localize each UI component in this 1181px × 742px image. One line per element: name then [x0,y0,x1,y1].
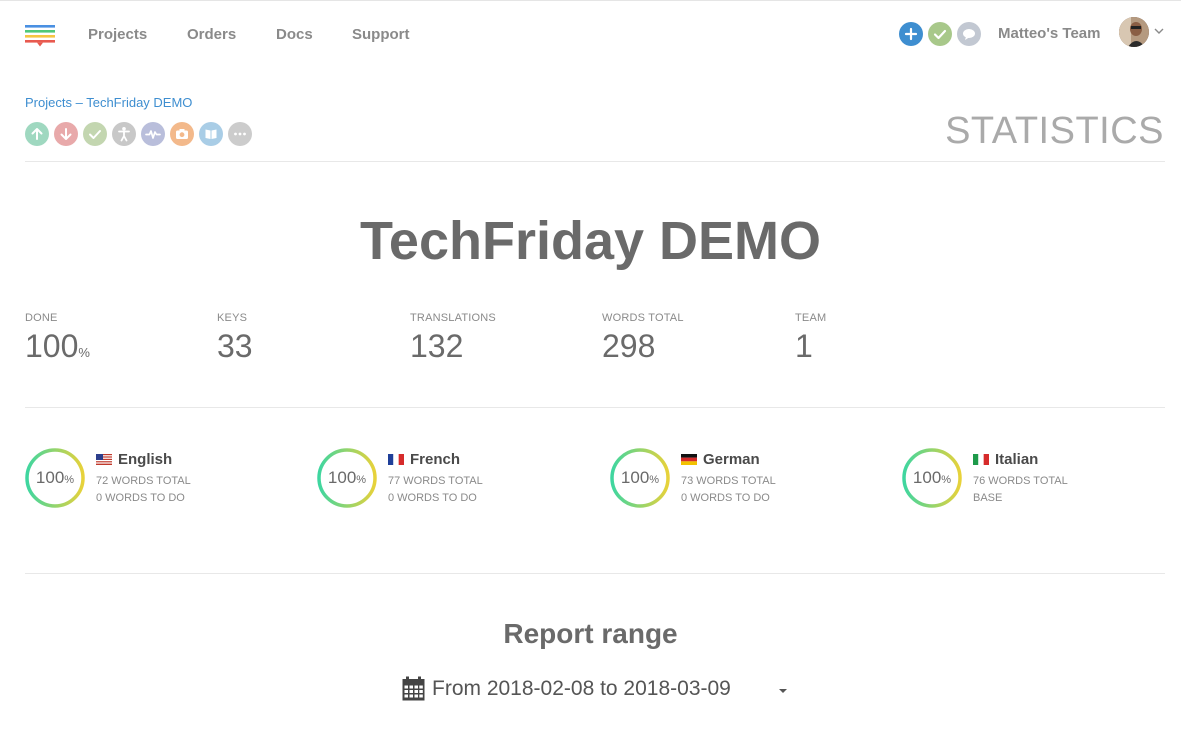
date-range-text[interactable]: From 2018-02-08 to 2018-03-09 [432,677,731,701]
download-icon[interactable] [54,122,78,146]
breadcrumb-current-project[interactable]: TechFriday DEMO [86,95,192,110]
language-words-total: 77 WORDS TOTAL [388,475,483,487]
calendar-icon [402,676,425,701]
language-name[interactable]: Italian [973,451,1038,468]
language-name[interactable]: English [96,451,172,468]
stat-label: DONE [25,312,58,324]
language-percent: 100% [35,468,75,487]
divider [25,573,1165,574]
language-percent: 100% [620,468,660,487]
nav-support[interactable]: Support [352,26,410,43]
stat-value: 132 [410,328,464,364]
language-words-todo: 0 WORDS TO DO [96,492,185,504]
nav-projects[interactable]: Projects [88,26,147,43]
nav-docs[interactable]: Docs [276,26,313,43]
stat-value: 1 [795,328,813,364]
activity-icon[interactable] [141,122,165,146]
language-words-todo: 0 WORDS TO DO [388,492,477,504]
breadcrumb: Projects – TechFriday DEMO [25,95,192,110]
us-flag-icon [96,453,112,465]
language-card-french[interactable]: 100% French 77 WORDS TOTAL 0 WORDS TO DO [317,448,577,512]
avatar[interactable] [1119,17,1149,47]
stat-unit: % [78,345,90,360]
stat-value: 298 [602,328,656,364]
stat-translations: TRANSLATIONS 132 [410,312,496,365]
camera-icon[interactable] [170,122,194,146]
chevron-down-icon[interactable] [1154,27,1164,35]
stat-team: TEAM 1 [795,312,826,365]
accessibility-icon[interactable] [112,122,136,146]
stat-label: TRANSLATIONS [410,312,496,324]
app-logo-icon[interactable] [25,25,55,47]
language-name[interactable]: German [681,451,760,468]
team-switcher[interactable]: Matteo's Team [998,25,1100,42]
language-percent: 100% [912,468,952,487]
breadcrumb-separator: – [75,95,83,110]
stat-label: TEAM [795,312,827,324]
stat-label: WORDS TOTAL [602,312,684,324]
stat-keys: KEYS 33 [217,312,253,365]
language-card-italian[interactable]: 100% Italian 76 WORDS TOTAL BASE [902,448,1162,512]
stat-words-total: WORDS TOTAL 298 [602,312,684,365]
language-words-total: 72 WORDS TOTAL [96,475,191,487]
nav-orders[interactable]: Orders [187,26,236,43]
stat-value: 33 [217,328,253,364]
plus-icon[interactable] [899,22,923,46]
breadcrumb-projects-link[interactable]: Projects [25,95,72,110]
top-navbar: Projects Orders Docs Support Matteo's Te… [0,0,1181,67]
language-base-label: BASE [973,492,1003,504]
language-words-total: 76 WORDS TOTAL [973,475,1068,487]
date-range-picker[interactable]: From 2018-02-08 to 2018-03-09 [400,676,800,706]
stat-label: KEYS [217,312,248,324]
book-icon[interactable] [199,122,223,146]
chat-bubble-icon[interactable] [957,22,981,46]
de-flag-icon [681,453,697,465]
language-percent: 100% [327,468,367,487]
caret-down-icon[interactable] [778,688,788,694]
it-flag-icon [973,453,989,465]
project-title: TechFriday DEMO [359,211,822,271]
language-card-german[interactable]: 100% German 73 WORDS TOTAL 0 WORDS TO DO [610,448,870,512]
check-icon[interactable] [83,122,107,146]
more-icon[interactable] [228,122,252,146]
stat-done: DONE 100% [25,312,90,365]
language-words-todo: 0 WORDS TO DO [681,492,770,504]
divider [25,407,1165,408]
language-card-english[interactable]: 100% English 72 WORDS TOTAL 0 WORDS TO D… [25,448,285,512]
language-words-total: 73 WORDS TOTAL [681,475,776,487]
language-name[interactable]: French [388,451,460,468]
divider [25,161,1165,162]
report-range-title: Report range [503,618,678,649]
fr-flag-icon [388,453,404,465]
upload-icon[interactable] [25,122,49,146]
stat-value: 100% [25,328,90,364]
check-icon[interactable] [928,22,952,46]
page-section-title: STATISTICS [945,110,1164,152]
